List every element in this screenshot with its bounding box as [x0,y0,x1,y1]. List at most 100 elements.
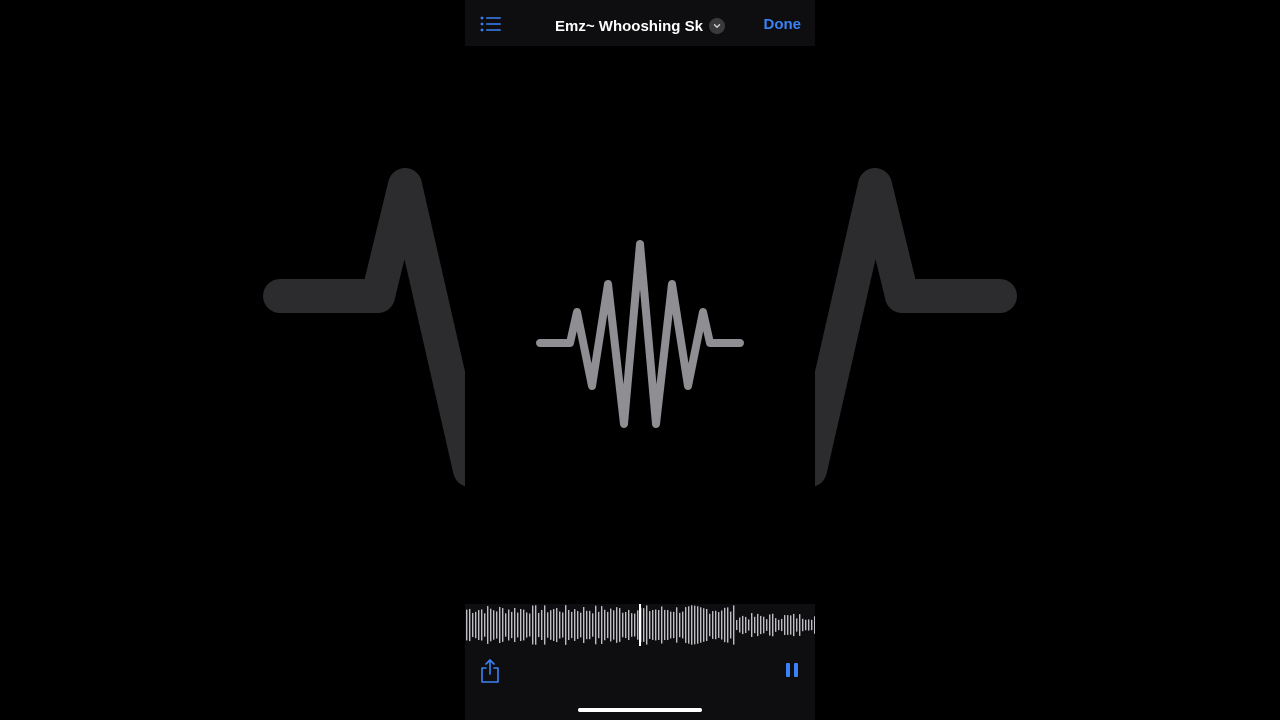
scrubber-bar [757,613,759,637]
scrubber-bar [592,613,594,637]
scrubber-bar [766,619,768,631]
scrubber-bar [553,609,555,641]
scrubber-bar [565,605,567,645]
scrubber-bar [478,610,480,640]
scrubber-bar [532,605,534,645]
scrubber-bar [583,607,585,643]
top-bar: Emz~ Whooshing Sk Done [465,0,815,46]
scrubber-bar [490,608,492,642]
scrubber-bar [574,609,576,641]
scrubber-bar [814,616,815,634]
scrubber-bar [793,613,795,637]
scrubber-bar [634,613,636,637]
scrubber-bar [802,618,804,632]
scrubber-bar [613,610,615,640]
scrubber-bar [778,619,780,631]
scrubber-bar [610,608,612,642]
scrubber-bar [547,612,549,638]
scrubber-bar [643,608,645,642]
scrubber-bar [625,611,627,639]
scrubber-bar [505,613,507,637]
scrubber-bar [493,610,495,640]
scrubber-bar [631,613,633,637]
scrubber-bar [676,607,678,643]
scrubber-bar [475,611,477,639]
scrubber-bar [760,615,762,635]
scrubber-bar [652,610,654,640]
list-icon[interactable] [479,14,503,34]
scrubber-bar [727,607,729,643]
pause-icon-bar-right [794,663,798,677]
bottom-toolbar [465,646,815,720]
scrubber-bar [703,608,705,642]
scrubber-bar [751,613,753,637]
scrubber-bar [517,612,519,638]
scrubber-bar [469,608,471,642]
scrubber-bar [484,613,486,637]
share-icon[interactable] [479,658,501,684]
scrubber-bar [790,615,792,635]
scrubber-bar [700,607,702,643]
scrubber-bar [511,611,513,639]
pause-icon-bar-left [786,663,790,677]
done-button[interactable]: Done [764,16,802,33]
scrubber-bar [607,611,609,639]
scrubber-bar [796,618,798,632]
scrubber-bar [529,613,531,637]
scrubber-bar [568,609,570,641]
scrubber-bar [544,605,546,645]
scrubber-bar [685,607,687,643]
scrubber-bar [535,605,537,645]
scrubber-bar [772,613,774,637]
scrubber-bar [580,612,582,638]
scrubber-bar [748,619,750,631]
scrubber-bar [730,611,732,639]
scrubber-bar [514,607,516,643]
scrubber-bar [526,612,528,638]
scrubber-bar [706,609,708,641]
scrubber-bar [733,605,735,645]
scrubber-bar [595,605,597,645]
scrubber-bar [688,606,690,644]
voice-memo-player: Emz~ Whooshing Sk Done [465,0,815,720]
chevron-down-icon [708,18,725,34]
scrubber-bar [589,610,591,640]
scrubber-bar [775,618,777,632]
scrubber-bar [781,618,783,632]
scrubber-bar [619,608,621,642]
scrubber-bar [721,610,723,640]
pause-button[interactable] [783,660,801,680]
scrubber-bar [571,611,573,639]
scrubber-bar [694,605,696,645]
scrubber-bar [649,611,651,639]
scrubber-bar [709,613,711,637]
scrubber-bar [724,607,726,643]
scrubber-bar [604,609,606,641]
home-indicator [578,708,702,712]
scrubber-bar [769,614,771,636]
scrubber-bar [736,619,738,631]
scrubber-bar [655,609,657,641]
scrubber-bar [550,610,552,640]
waveform-icon [536,240,744,428]
scrubber-bar [679,612,681,638]
scrubber-bar [472,612,474,638]
scrubber-bar [538,612,540,638]
scrubber-bar [811,619,813,631]
scrubber-bar [673,611,675,639]
scrubber-bar [718,612,720,638]
audio-scrubber[interactable] [465,604,815,646]
recording-title-menu[interactable]: Emz~ Whooshing Sk [555,15,725,37]
scrubber-bar [658,610,660,640]
scrubber-bar [805,619,807,631]
scrubber-bar [646,605,648,645]
playhead[interactable] [639,604,641,646]
scrubber-bar [787,615,789,635]
scrubber-bar [496,611,498,639]
scrubber-bar [763,616,765,634]
scrubber-bar [577,611,579,639]
scrubber-bar [682,611,684,639]
scrubber-bar [742,615,744,635]
scrubber-bar [628,609,630,641]
background-wave-left [263,168,487,487]
